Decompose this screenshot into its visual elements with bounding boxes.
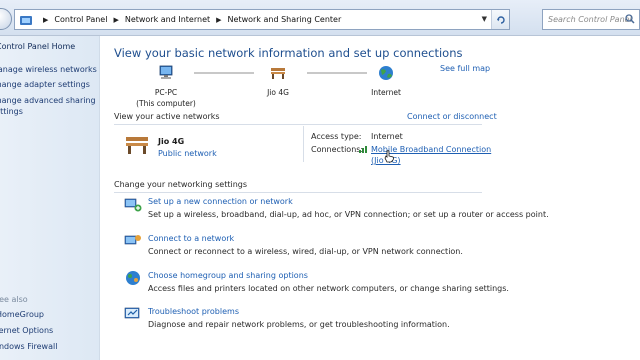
divider — [114, 124, 482, 125]
left-task-pane: Control Panel Home Manage wireless netwo… — [0, 36, 100, 360]
address-toolbar: ▶ Control Panel ▶ Network and Internet ▶… — [0, 0, 640, 36]
map-node-network[interactable]: Jio 4G — [258, 65, 298, 97]
chevron-right-icon[interactable]: ▶ — [43, 16, 48, 24]
connect-network-icon — [124, 235, 141, 245]
main-content: View your basic network information and … — [100, 36, 640, 360]
connect-to-network-desc: Connect or reconnect to a wireless, wire… — [148, 247, 463, 256]
refresh-icon — [496, 15, 505, 24]
chevron-right-icon[interactable]: ▶ — [113, 16, 118, 24]
address-bar[interactable]: ▶ Control Panel ▶ Network and Internet ▶… — [14, 9, 510, 30]
change-adapter-link[interactable]: Change adapter settings — [0, 80, 90, 89]
active-network-name: Jio 4G — [158, 137, 185, 146]
see-also-heading: See also — [0, 295, 28, 304]
connections-label: Connections: — [311, 145, 364, 154]
computer-icon — [159, 65, 173, 79]
see-full-map-link[interactable]: See full map — [440, 64, 490, 73]
access-type-label: Access type: — [311, 132, 362, 141]
globe-icon — [379, 66, 393, 80]
change-advanced-sharing-link[interactable]: Change advanced sharing — [0, 96, 96, 105]
change-settings-heading: Change your networking settings — [114, 180, 248, 189]
troubleshoot-problems-link[interactable]: Troubleshoot problems — [148, 307, 239, 316]
mouse-pointer-icon — [384, 150, 394, 163]
map-node-internet-name: Internet — [371, 88, 401, 97]
troubleshoot-problems-desc: Diagnose and repair network problems, or… — [148, 320, 450, 329]
breadcrumb-network-sharing[interactable]: Network and Sharing Center — [228, 15, 342, 24]
divider — [303, 126, 304, 162]
windows-firewall-link[interactable]: Windows Firewall — [0, 342, 57, 351]
homegroup-sharing-link[interactable]: Choose homegroup and sharing options — [148, 271, 308, 280]
search-placeholder: Search Control Panel — [548, 15, 632, 24]
connect-or-disconnect-link[interactable]: Connect or disconnect — [407, 112, 497, 121]
connect-to-network-link[interactable]: Connect to a network — [148, 234, 234, 243]
page-title: View your basic network information and … — [114, 46, 463, 60]
map-node-network-name: Jio 4G — [267, 88, 289, 97]
divider — [114, 192, 482, 193]
control-panel-icon — [20, 15, 32, 25]
access-type-value: Internet — [371, 132, 403, 141]
back-button[interactable] — [0, 8, 12, 30]
chevron-down-icon[interactable]: ▼ — [482, 15, 487, 23]
refresh-button[interactable] — [491, 10, 509, 29]
map-link-line — [307, 72, 367, 74]
setup-new-connection-link[interactable]: Set up a new connection or network — [148, 197, 293, 206]
internet-options-link[interactable]: Internet Options — [0, 326, 53, 335]
map-node-pc-name: PC-PC — [154, 88, 178, 97]
breadcrumb-network-internet[interactable]: Network and Internet — [125, 15, 210, 24]
setup-new-connection-desc: Set up a wireless, broadband, dial-up, a… — [148, 210, 549, 219]
network-type-link[interactable]: Public network — [158, 149, 217, 158]
breadcrumb-control-panel[interactable]: Control Panel — [54, 15, 107, 24]
control-panel-home-link[interactable]: Control Panel Home — [0, 42, 75, 51]
map-node-pc-sub: (This computer) — [136, 99, 196, 108]
chevron-right-icon[interactable]: ▶ — [216, 16, 221, 24]
change-advanced-sharing-link-line2[interactable]: settings — [0, 107, 23, 116]
bench-icon — [271, 68, 285, 79]
active-networks-heading: View your active networks — [114, 112, 220, 121]
map-node-this-computer[interactable]: PC-PC (This computer) — [134, 65, 198, 108]
homegroup-link[interactable]: HomeGroup — [0, 310, 44, 319]
homegroup-icon — [126, 271, 140, 285]
bench-icon — [126, 137, 148, 154]
manage-wireless-link[interactable]: Manage wireless networks — [0, 65, 97, 74]
new-connection-icon — [124, 198, 142, 212]
homegroup-sharing-desc: Access files and printers located on oth… — [148, 284, 509, 293]
signal-icon — [359, 146, 367, 153]
map-node-internet[interactable]: Internet — [366, 65, 406, 97]
troubleshoot-icon — [124, 307, 140, 319]
map-link-line — [194, 72, 254, 74]
search-icon — [625, 14, 635, 24]
search-input[interactable]: Search Control Panel — [542, 9, 640, 30]
